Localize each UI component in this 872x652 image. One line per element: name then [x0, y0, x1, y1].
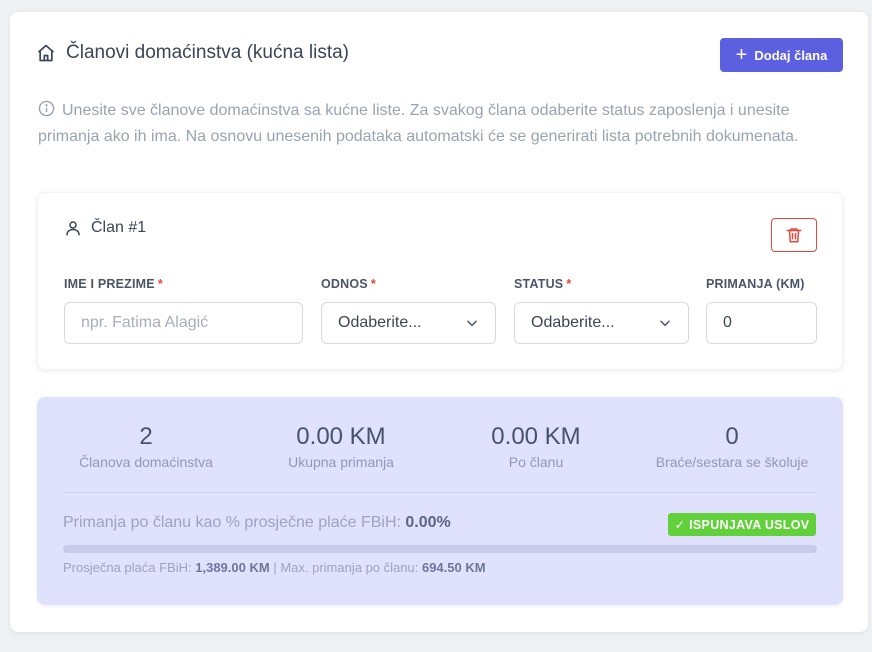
footnote-separator: |	[273, 560, 277, 575]
info-icon	[38, 100, 55, 117]
stat-value: 0	[725, 423, 739, 450]
max-income-label: Max. primanja po članu:	[280, 560, 419, 575]
stat-members: 2 Članova domaćinstva	[46, 423, 246, 470]
plus-icon: +	[735, 44, 748, 66]
add-member-label: Dodaj člana	[754, 47, 828, 63]
name-label: IME I PREZIME *	[64, 277, 163, 291]
relation-select[interactable]: Odaberite...	[321, 302, 496, 344]
status-label-text: STATUS	[514, 277, 564, 291]
income-input[interactable]	[706, 302, 817, 344]
info-text-content: Unesite sve članove domaćinstva sa kućne…	[38, 102, 799, 145]
trash-icon	[786, 228, 802, 243]
stat-label: Braće/sestara se školuje	[655, 454, 809, 470]
stat-total-income: 0.00 KM Ukupna primanja	[241, 423, 441, 470]
member-card: Član #1 IME I PREZIME* ODNOS* Odaberite.…	[37, 192, 843, 370]
divider	[63, 492, 817, 493]
avg-salary-label: Prosječna plaća FBiH:	[63, 560, 192, 575]
stat-value: 0.00 KM	[491, 423, 581, 450]
relation-selected: Odaberite...	[338, 314, 422, 331]
chevron-down-icon	[660, 320, 670, 327]
name-input[interactable]	[64, 302, 303, 344]
income-ratio-text: Primanja po članu kao % prosječne plaće …	[63, 514, 451, 532]
user-icon	[66, 221, 80, 236]
stat-per-member: 0.00 KM Po članu	[436, 423, 636, 470]
status-badge: ✓ ISPUNJAVA USLOV	[668, 513, 816, 536]
member-title-label: Član #1	[91, 219, 147, 236]
add-member-button[interactable]: + Dodaj člana	[720, 38, 843, 72]
status-label: STATUS *	[514, 277, 571, 291]
income-label-text: PRIMANJA (KM)	[706, 277, 805, 291]
name-required-mark: *	[157, 277, 163, 291]
ratio-label: Primanja po članu kao % prosječne plaće …	[63, 514, 401, 531]
relation-label-text: ODNOS	[321, 277, 368, 291]
status-select[interactable]: Odaberite...	[514, 302, 689, 344]
member-title: Član #1	[64, 219, 146, 237]
income-label: PRIMANJA (KM)	[706, 277, 805, 291]
stat-label: Članova domaćinstva	[79, 454, 213, 470]
relation-required-mark: *	[370, 277, 376, 291]
stat-value: 2	[139, 423, 153, 450]
relation-label: ODNOS *	[321, 277, 376, 291]
delete-member-button[interactable]	[771, 218, 817, 252]
status-required-mark: *	[566, 277, 572, 291]
stat-label: Po članu	[508, 454, 564, 470]
stat-value: 0.00 KM	[296, 423, 386, 450]
salary-footnote: Prosječna plaća FBiH: 1,389.00 KM | Max.…	[63, 560, 486, 575]
income-progress-bar	[63, 545, 817, 553]
info-text: Unesite sve članove domaćinstva sa kućne…	[38, 98, 846, 149]
household-card: Članovi domaćinstva (kućna lista) + Doda…	[10, 12, 868, 632]
chevron-down-icon	[467, 320, 477, 327]
home-icon	[37, 44, 55, 62]
avg-salary-value: 1,389.00 KM	[195, 560, 270, 575]
summary-panel: 2 Članova domaćinstva 0.00 KM Ukupna pri…	[37, 397, 843, 605]
name-label-text: IME I PREZIME	[64, 277, 155, 291]
stat-siblings-schooling: 0 Braće/sestara se školuje	[632, 423, 832, 470]
ratio-value: 0.00%	[405, 514, 451, 531]
card-header: Članovi domaćinstva (kućna lista)	[36, 42, 349, 64]
stat-label: Ukupna primanja	[288, 454, 394, 470]
max-income-value: 694.50 KM	[421, 560, 486, 575]
page-title: Članovi domaćinstva (kućna lista)	[66, 42, 350, 63]
status-selected: Odaberite...	[531, 314, 615, 331]
